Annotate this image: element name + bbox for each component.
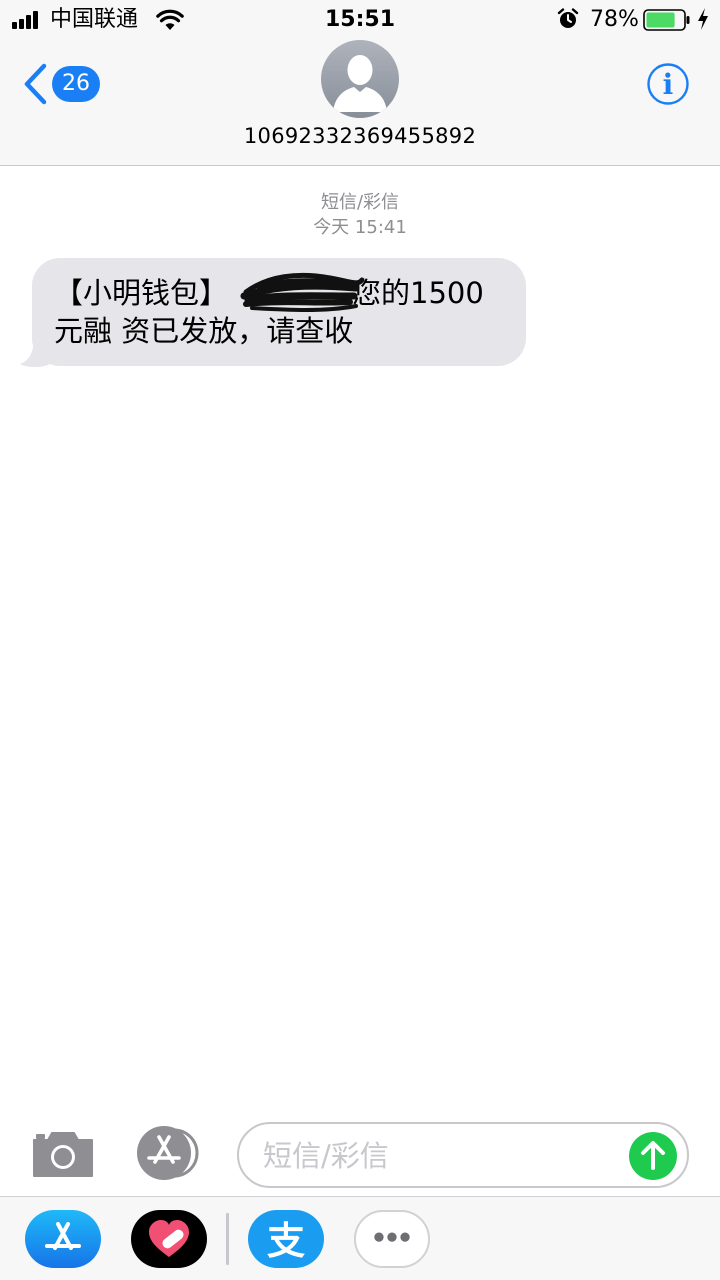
alarm-icon xyxy=(557,8,579,28)
app-store-icon[interactable] xyxy=(134,1126,204,1180)
camera-icon[interactable] xyxy=(30,1128,96,1178)
conversation-header: 26 10692332369455892 i xyxy=(0,40,720,166)
service-label: 短信/彩信 xyxy=(320,192,400,213)
more-icon[interactable] xyxy=(354,1210,430,1268)
input-placeholder: 短信/彩信 xyxy=(263,1139,389,1173)
app-store-icon[interactable] xyxy=(25,1210,101,1268)
sender-number[interactable]: 10692332369455892 xyxy=(0,122,720,150)
alipay-glyph: 支 xyxy=(267,1219,305,1263)
send-arrow-icon[interactable] xyxy=(629,1132,677,1180)
battery-percent: 78% xyxy=(590,7,639,32)
status-bar: 中国联通 15:51 78% xyxy=(0,0,720,40)
back-chevron-icon xyxy=(24,63,47,105)
info-icon[interactable]: i xyxy=(646,62,690,106)
message-line1-prefix: 【小明钱包】 xyxy=(54,276,229,310)
drawer-divider xyxy=(226,1213,229,1265)
alipay-icon[interactable]: 支 xyxy=(248,1210,324,1268)
back-button[interactable]: 26 xyxy=(20,62,110,106)
message-line1-suffix: 您的1500 xyxy=(352,276,484,310)
unread-count-badge: 26 xyxy=(52,66,100,102)
redaction-scribble xyxy=(240,272,365,312)
message-input[interactable]: 短信/彩信 xyxy=(237,1122,689,1188)
digital-touch-heart-icon[interactable] xyxy=(131,1210,207,1268)
contact-avatar-icon[interactable] xyxy=(321,40,399,118)
svg-text:i: i xyxy=(663,68,674,101)
message-meta: 短信/彩信 今天 15:41 xyxy=(0,190,720,240)
message-line2: 元融 资已发放，请查收 xyxy=(54,314,354,348)
app-drawer: 支 xyxy=(0,1196,720,1280)
battery-icon xyxy=(643,9,690,31)
charging-icon xyxy=(698,8,708,30)
message-timestamp: 今天 15:41 xyxy=(313,217,407,238)
